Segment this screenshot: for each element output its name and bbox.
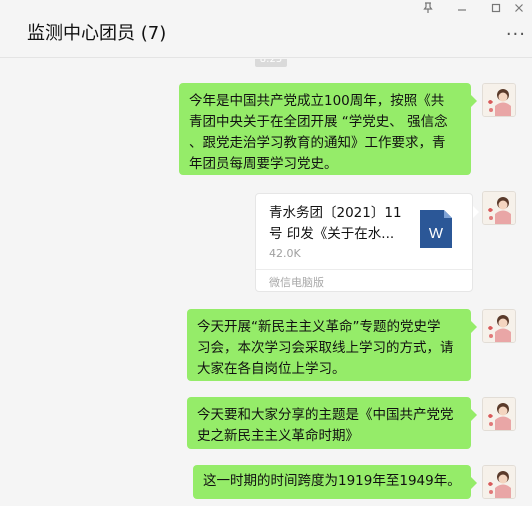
minimize-icon[interactable] [450, 2, 474, 18]
file-message[interactable]: 青水务团〔2021〕11 号 印发《关于在水... 42.0K W 微信电脑版 [255, 193, 479, 292]
message-line: 这一时期的时间跨度为1919年至1949年。 [203, 473, 461, 489]
avatar-icon[interactable] [482, 397, 516, 431]
message-line: 大家在各自岗位上学习。 [197, 361, 346, 377]
maximize-icon[interactable] [484, 2, 508, 18]
message-bubble[interactable]: 今天开展“新民主主义革命”专题的党史学 习会，本次学习会采取线上学习的方式，请 … [187, 309, 477, 381]
message-timestamp: 8:25 [255, 59, 287, 67]
file-name-line: 号 印发《关于在水... [269, 226, 395, 242]
bubble-tail [471, 321, 477, 333]
file-name[interactable]: 青水务团〔2021〕11 号 印发《关于在水... [269, 203, 411, 245]
message-text: 今天要和大家分享的主题是《中国共产党党 史之新民主主义革命时期》 [197, 405, 463, 447]
message-line: 、跟党走治学习教育的通知》工作要求，青 [189, 135, 446, 151]
message-bubble[interactable]: 今天要和大家分享的主题是《中国共产党党 史之新民主主义革命时期》 [187, 397, 477, 449]
close-icon[interactable] [507, 2, 531, 18]
svg-text:W: W [429, 225, 444, 242]
avatar-icon[interactable] [482, 83, 516, 117]
message-line: 习会，本次学习会采取线上学习的方式，请 [197, 340, 454, 356]
avatar-icon[interactable] [482, 465, 516, 499]
bubble-tail [473, 206, 479, 218]
bubble-tail [471, 409, 477, 421]
chat-title: 监测中心团员 (7) [27, 23, 167, 44]
avatar-icon[interactable] [482, 309, 516, 343]
message-bubble[interactable]: 今年是中国共产党成立100周年，按照《共 青团中央关于在全团开展 “学党史、 强… [179, 83, 477, 175]
file-source: 微信电脑版 [269, 276, 324, 289]
message-line: 今天要和大家分享的主题是《中国共产党党 [197, 407, 454, 423]
avatar-icon[interactable] [482, 191, 516, 225]
chat-header: 监测中心团员 (7) ··· [0, 0, 532, 58]
bubble-tail [471, 477, 477, 489]
message-text: 今天开展“新民主主义革命”专题的党史学 习会，本次学习会采取线上学习的方式，请 … [197, 317, 463, 380]
divider [256, 269, 472, 270]
file-size: 42.0K [269, 247, 301, 260]
bubble-tail [471, 95, 477, 107]
message-line: 今年是中国共产党成立100周年，按照《共 [189, 93, 445, 109]
message-bubble[interactable]: 这一时期的时间跨度为1919年至1949年。 [193, 465, 477, 499]
message-list[interactable]: 8:25 今年是中国共产党成立100周年，按照《共 青团中央关于在全团开展 “学… [0, 59, 532, 506]
message-line: 年团员每周要学习党史。 [189, 156, 338, 172]
pin-icon[interactable] [416, 2, 440, 18]
message-text: 这一时期的时间跨度为1919年至1949年。 [203, 471, 463, 492]
word-file-icon: W [420, 210, 452, 248]
message-line: 史之新民主主义革命时期》 [197, 428, 359, 444]
more-icon[interactable]: ··· [506, 26, 526, 44]
message-text: 今年是中国共产党成立100周年，按照《共 青团中央关于在全团开展 “学党史、 强… [189, 91, 463, 175]
file-name-line: 青水务团〔2021〕11 [269, 205, 402, 221]
message-line: 青团中央关于在全团开展 “学党史、 强信念 [189, 114, 448, 130]
message-line: 今天开展“新民主主义革命”专题的党史学 [197, 319, 441, 335]
